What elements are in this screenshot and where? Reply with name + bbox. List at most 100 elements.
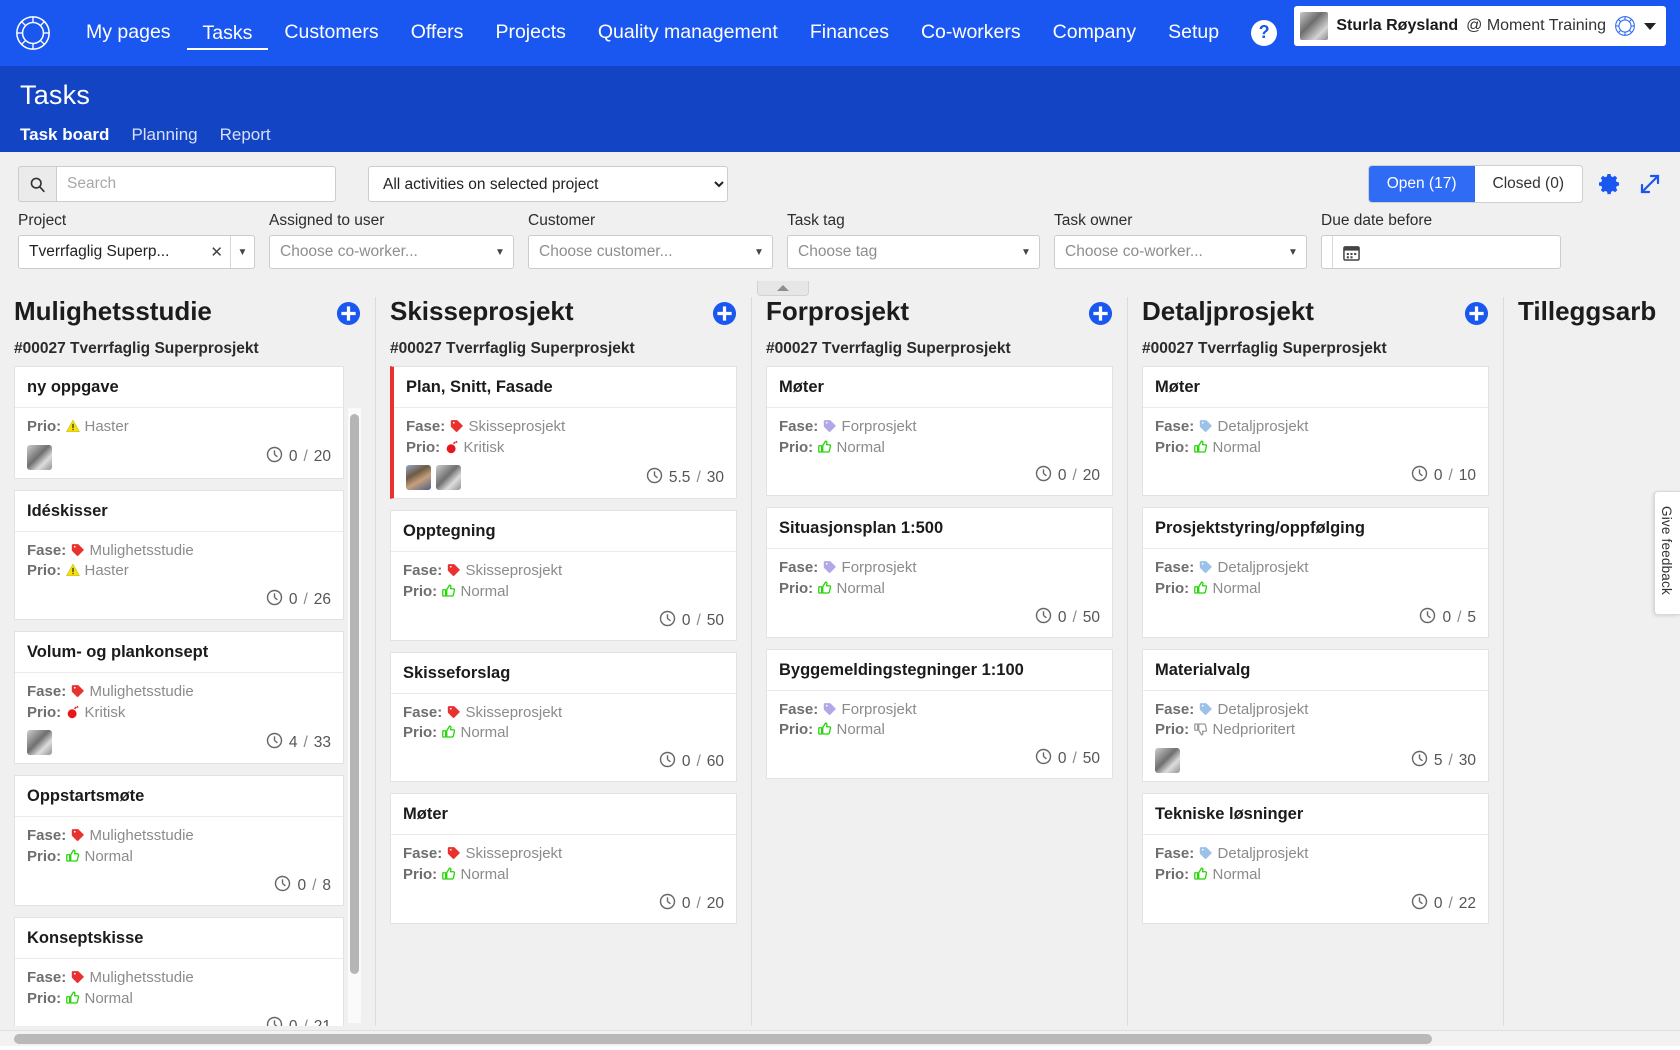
- task-card[interactable]: Volum- og plankonsept Fase: Mulighetsstud…: [14, 631, 344, 765]
- nav-item-projects[interactable]: Projects: [479, 15, 581, 50]
- avatar[interactable]: [27, 444, 52, 470]
- task-card[interactable]: Idéskisser Fase: Mulighetsstudie Prio: Has…: [14, 489, 344, 621]
- chevron-down-icon[interactable]: [1644, 22, 1656, 30]
- filter-bar: All activities on selected project Open …: [0, 152, 1680, 281]
- plus-circle-icon[interactable]: [1088, 301, 1113, 331]
- task-card[interactable]: Opptegning Fase: Skisseprosjekt Prio: Norm…: [390, 510, 737, 641]
- task-card[interactable]: Plan, Snitt, Fasade Fase: Skisseprosjekt P…: [390, 366, 737, 500]
- hours-separator: /: [303, 448, 308, 466]
- task-card-hours: 0 / 26: [266, 589, 331, 611]
- task-card[interactable]: Møter Fase: Skisseprosjekt Prio: Normal 0 / 2…: [390, 793, 737, 924]
- search-icon[interactable]: [18, 166, 56, 202]
- filter-project-label: Project: [18, 212, 67, 229]
- filter-task-owner-label: Task owner: [1054, 212, 1133, 229]
- nav-item-finances[interactable]: Finances: [794, 15, 905, 50]
- hours-done: 0: [681, 611, 691, 629]
- filter-assigned-control[interactable]: Choose co-worker... ▼: [269, 235, 514, 269]
- nav-item-co-workers[interactable]: Co-workers: [905, 15, 1037, 50]
- chevron-down-icon[interactable]: ▼: [487, 236, 513, 268]
- gear-ring-logo-icon[interactable]: [14, 14, 52, 52]
- task-card-phase: Fase: Mulighetsstudie: [27, 968, 331, 989]
- task-card[interactable]: Skisseforslag Fase: Skisseprosjekt Prio: N…: [390, 651, 737, 783]
- chevron-down-icon[interactable]: ▼: [1013, 236, 1039, 268]
- avatar[interactable]: [27, 730, 52, 756]
- board-column-subtitle: #00027 Tverrfaglig Superprosjekt: [1142, 340, 1387, 357]
- tab-report[interactable]: Report: [220, 125, 271, 145]
- hours-total: 50: [1082, 608, 1100, 626]
- hours-done: 5.5: [668, 468, 691, 486]
- task-card-phase: Fase: Skisseprosjekt: [403, 561, 724, 582]
- task-card-priority: Prio: Normal: [27, 847, 331, 868]
- task-card-title: Prosjektstyring/oppfølging: [1143, 508, 1488, 550]
- activity-filter-select[interactable]: All activities on selected project: [368, 166, 728, 202]
- clock-icon: [1035, 465, 1052, 487]
- nav-item-customers[interactable]: Customers: [268, 15, 394, 50]
- nav-item-setup[interactable]: Setup: [1152, 15, 1235, 50]
- avatar[interactable]: [436, 465, 461, 491]
- tab-planning[interactable]: Planning: [131, 125, 197, 145]
- tab-task-board[interactable]: Task board: [20, 125, 109, 145]
- search-input[interactable]: [56, 166, 336, 202]
- task-card[interactable]: Prosjektstyring/oppfølging Fase: Detaljpr…: [1142, 507, 1489, 638]
- column-scrollbar-thumb[interactable]: [350, 414, 359, 974]
- nav-item-my-pages[interactable]: My pages: [70, 15, 187, 50]
- avatar[interactable]: [406, 465, 431, 491]
- nav-item-company[interactable]: Company: [1037, 15, 1152, 50]
- filter-project-value: Tverrfaglig Superp...: [29, 243, 170, 260]
- clear-icon[interactable]: ✕: [203, 243, 230, 261]
- hours-total: 20: [313, 448, 331, 466]
- filter-task-tag-control[interactable]: Choose tag ▼: [787, 235, 1040, 269]
- filter-project-control[interactable]: Tverrfaglig Superp... ✕ ▼: [18, 235, 255, 269]
- task-card-priority: Prio: Normal: [779, 438, 1100, 459]
- gear-icon[interactable]: [1598, 172, 1622, 196]
- filter-customer-control[interactable]: Choose customer... ▼: [528, 235, 773, 269]
- plus-circle-icon[interactable]: [712, 301, 737, 331]
- task-card[interactable]: Oppstartsmøte Fase: Mulighetsstudie Prio: …: [14, 775, 344, 906]
- nav-item-quality-management[interactable]: Quality management: [582, 15, 794, 50]
- avatar[interactable]: [1155, 748, 1180, 774]
- chevron-down-icon[interactable]: ▼: [230, 236, 254, 268]
- chevron-down-icon[interactable]: ▼: [1280, 236, 1306, 268]
- open-tasks-button[interactable]: Open (17): [1368, 166, 1475, 202]
- nav-item-tasks[interactable]: Tasks: [186, 16, 269, 51]
- help-icon[interactable]: ?: [1251, 19, 1278, 46]
- task-card-title: Volum- og plankonsept: [15, 632, 343, 674]
- collapse-filters-button[interactable]: [757, 281, 809, 296]
- horizontal-scrollbar-thumb[interactable]: [14, 1034, 1432, 1044]
- board-column-cards: Plan, Snitt, Fasade Fase: Skisseprosjekt P…: [390, 366, 737, 1026]
- task-card[interactable]: ny oppgave Prio: Haster 0 / 20: [14, 366, 344, 479]
- priority-thumbs-up-icon: [817, 438, 832, 459]
- horizontal-scrollbar-track[interactable]: [0, 1030, 1680, 1046]
- chevron-down-icon[interactable]: ▼: [746, 236, 772, 268]
- hours-separator: /: [303, 591, 308, 609]
- task-card[interactable]: Situasjonsplan 1:500 Fase: Forprosjekt Pri…: [766, 507, 1113, 638]
- hours-total: 30: [706, 468, 724, 486]
- task-card[interactable]: Møter Fase: Forprosjekt Prio: Normal 0 / 20: [766, 366, 1113, 497]
- nav-item-offers[interactable]: Offers: [395, 15, 480, 50]
- user-account-menu[interactable]: Sturla Røysland @ Moment Training: [1294, 6, 1666, 46]
- task-card[interactable]: Konseptskisse Fase: Mulighetsstudie Prio: …: [14, 916, 344, 1026]
- task-card-avatars: [27, 730, 52, 756]
- plus-circle-icon[interactable]: [336, 301, 361, 331]
- give-feedback-tab[interactable]: Give feedback: [1654, 491, 1680, 615]
- task-card-footer: 0 / 50: [779, 748, 1100, 770]
- board-column-cards: ny oppgave Prio: Haster 0/20 Idéskisser Fase…: [14, 366, 361, 1026]
- task-card-footer: 0 / 20: [27, 444, 331, 470]
- closed-tasks-button[interactable]: Closed (0): [1474, 166, 1582, 202]
- card-list: Plan, Snitt, Fasade Fase: Skisseprosjekt P…: [390, 366, 737, 924]
- expand-arrows-icon[interactable]: [1638, 172, 1662, 196]
- hours-done: 0: [297, 876, 307, 894]
- task-card[interactable]: Tekniske løsninger Fase: Detaljprosjekt Pr…: [1142, 793, 1489, 924]
- task-card-priority: Prio: Normal: [1155, 865, 1476, 886]
- task-card-title: Opptegning: [391, 511, 736, 553]
- filter-task-owner-control[interactable]: Choose co-worker... ▼: [1054, 235, 1307, 269]
- task-card[interactable]: Byggemeldingstegninger 1:100 Fase: Forpro…: [766, 648, 1113, 780]
- plus-circle-icon[interactable]: [1464, 301, 1489, 331]
- filter-due-date-control[interactable]: [1321, 235, 1561, 269]
- task-card-footer: 0 / 21: [27, 1016, 331, 1026]
- calendar-icon[interactable]: [1332, 236, 1370, 268]
- task-card-priority: Prio: Normal: [1155, 579, 1476, 600]
- task-card[interactable]: Møter Fase: Detaljprosjekt Prio: Normal 0 / 1…: [1142, 366, 1489, 497]
- task-card[interactable]: Materialvalg Fase: Detaljprosjekt Prio: Ne…: [1142, 648, 1489, 783]
- task-card-body: Fase: Mulighetsstudie Prio: Haster 0 / 26: [15, 532, 343, 619]
